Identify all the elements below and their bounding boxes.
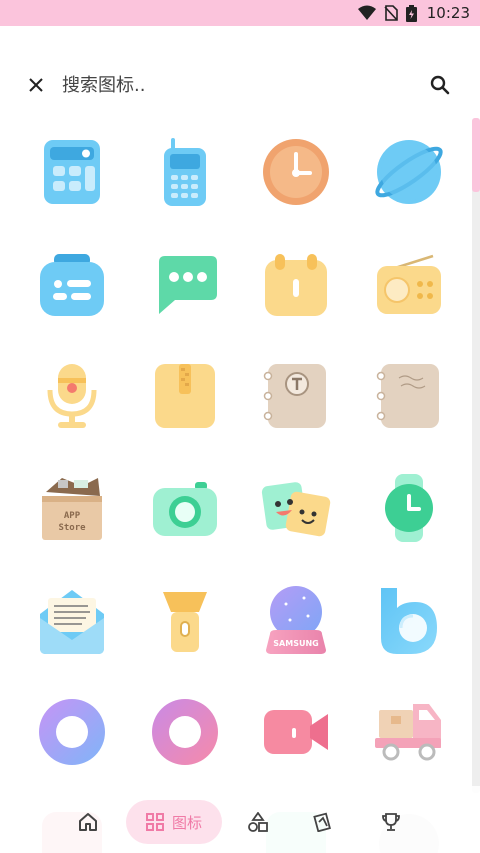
close-icon [29,78,43,92]
status-bar: 10:23 [0,0,480,26]
search-input[interactable] [62,70,402,100]
contacts-book-icon[interactable] [251,351,341,441]
ring-pink-icon[interactable] [140,687,230,777]
samsung-globe-icon[interactable]: SAMSUNG [251,575,341,665]
icon-grid: APP Store SAMSUNG [0,115,470,853]
messages-icon[interactable] [140,239,230,329]
calendar-icon[interactable] [251,239,341,329]
clock-time: 10:23 [426,4,470,22]
nav-wallpaper[interactable] [303,800,343,844]
radio-icon[interactable] [364,239,454,329]
nav-icons-label: 图标 [171,813,202,832]
mail-icon[interactable] [27,575,117,665]
nav-shapes[interactable] [238,800,278,844]
bottom-nav: 图标 [0,786,480,853]
nav-icons[interactable]: 图标 [126,800,222,844]
bixby-icon[interactable] [364,575,454,665]
home-icon [79,813,97,831]
shapes-icon [248,812,268,832]
video-camera-icon[interactable] [251,687,341,777]
camera-icon[interactable] [140,463,230,553]
no-sim-icon [384,5,398,21]
app-store-label-1: APP [64,511,81,521]
ring-blue-icon[interactable] [27,687,117,777]
calculator-icon[interactable] [27,127,117,217]
close-button[interactable] [22,71,50,99]
search-bar [0,62,480,108]
app-store-icon[interactable]: APP Store [27,463,117,553]
stickers-icon[interactable] [251,463,341,553]
delivery-truck-icon[interactable] [364,687,454,777]
battery-charging-icon [405,4,417,22]
search-icon [430,75,450,95]
microphone-icon[interactable] [27,351,117,441]
scrollbar-thumb[interactable] [472,118,480,192]
notebook-icon[interactable] [364,351,454,441]
clock-icon[interactable] [251,127,341,217]
wifi-icon [357,5,376,21]
notes-icon[interactable] [140,351,230,441]
phone-icon[interactable] [140,127,230,217]
nav-home[interactable] [68,800,108,844]
scrollbar[interactable] [472,118,480,793]
grid-icon [145,813,164,831]
app-store-label-2: Store [58,523,86,533]
search-button[interactable] [426,71,454,99]
browser-icon[interactable] [364,127,454,217]
smartwatch-icon[interactable] [364,463,454,553]
samsung-label: SAMSUNG [273,639,318,648]
trophy-icon [382,813,400,831]
wallpaper-icon [313,812,331,832]
nav-trophy[interactable] [371,800,411,844]
contacts-icon[interactable] [27,239,117,329]
flashlight-icon[interactable] [140,575,230,665]
